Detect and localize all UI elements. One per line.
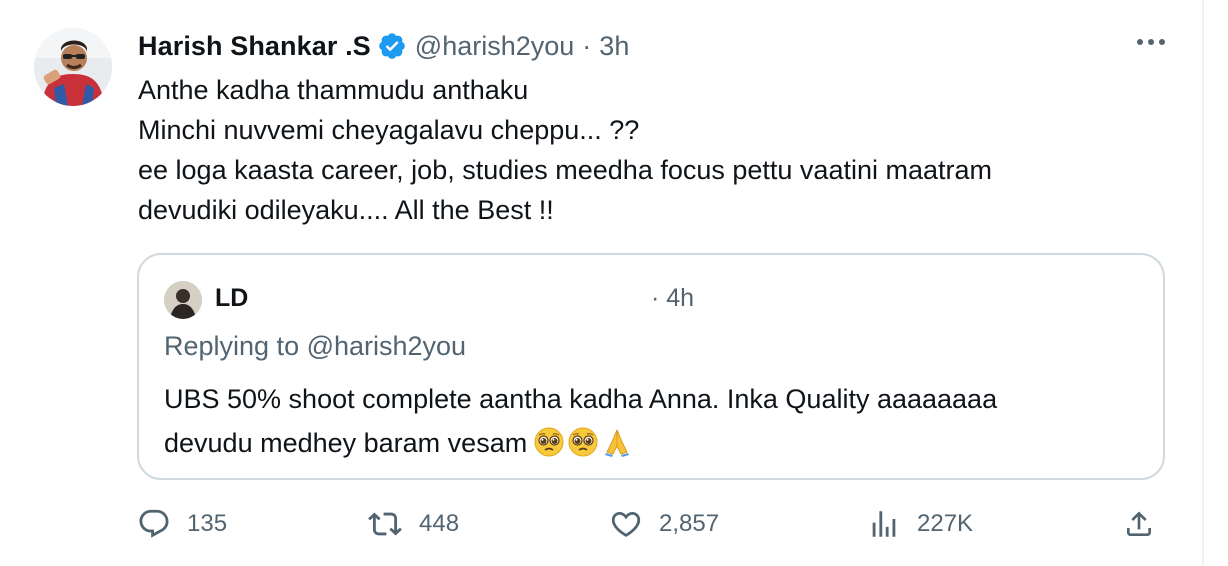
- quoted-text-line: UBS 50% shoot complete aantha kadha Anna…: [164, 384, 998, 414]
- views-count: 227K: [917, 510, 974, 537]
- repost-action[interactable]: 448: [367, 502, 459, 546]
- repost-count: 448: [419, 510, 460, 537]
- quoted-author-name[interactable]: LD: [215, 284, 248, 313]
- right-border: [1202, 0, 1204, 566]
- tweet-text-line: devudiki odileyaku.... All the Best !!: [138, 195, 554, 225]
- tweet-text-line: Minchi nuvvemi cheyagalavu cheppu... ??: [138, 115, 640, 145]
- tweet-timestamp[interactable]: 3h: [599, 31, 629, 62]
- tweet-header: Harish Shankar .S @harish2you · 3h: [138, 26, 629, 66]
- reply-count: 135: [187, 510, 228, 537]
- quoted-timestamp[interactable]: · 4h: [651, 284, 694, 313]
- quoted-tweet-text: UBS 50% shoot complete aantha kadha Anna…: [164, 377, 1144, 465]
- like-icon[interactable]: [609, 507, 643, 541]
- views-action[interactable]: 227K: [867, 502, 973, 546]
- share-action[interactable]: [1123, 502, 1155, 546]
- verified-badge-icon: [377, 31, 407, 61]
- quoted-text-line: devudu medhey baram vesam: [164, 428, 528, 458]
- author-name[interactable]: Harish Shankar .S: [138, 31, 371, 62]
- like-count: 2,857: [659, 510, 720, 537]
- views-icon[interactable]: [867, 507, 901, 541]
- quoted-author-avatar[interactable]: [164, 281, 202, 319]
- pleading-face-emoji: [567, 426, 599, 458]
- separator-dot: ·: [582, 30, 592, 61]
- ellipsis-icon[interactable]: [1136, 34, 1166, 52]
- author-avatar[interactable]: [34, 28, 112, 106]
- reply-icon[interactable]: [137, 507, 171, 541]
- author-handle[interactable]: @harish2you: [415, 31, 575, 62]
- replying-to-label: Replying to @harish2you: [164, 331, 467, 361]
- tweet-text-line: ee loga kaasta career, job, studies meed…: [138, 155, 992, 185]
- emoji-group: [533, 426, 633, 458]
- tweet-text: Anthe kadha thammudu anthaku Minchi nuvv…: [138, 70, 1178, 230]
- folded-hands-emoji: [601, 426, 633, 458]
- tweet-text-line: Anthe kadha thammudu anthaku: [138, 75, 529, 105]
- repost-icon[interactable]: [367, 507, 403, 541]
- quoted-text-line-with-emojis: devudu medhey baram vesam: [164, 421, 1144, 465]
- reply-action[interactable]: 135: [137, 502, 227, 546]
- like-action[interactable]: 2,857: [609, 502, 719, 546]
- pleading-face-emoji: [533, 426, 565, 458]
- tweet-actions-bar: 135 448 2,857 227K: [137, 502, 1177, 546]
- share-icon[interactable]: [1123, 508, 1155, 540]
- quoted-tweet-card[interactable]: LD · 4h Replying to @harish2you UBS 50% …: [137, 253, 1165, 480]
